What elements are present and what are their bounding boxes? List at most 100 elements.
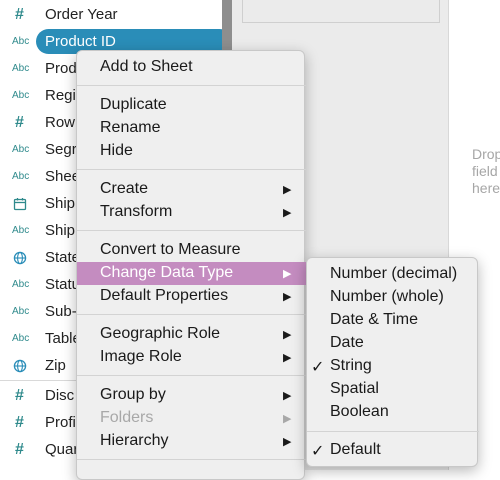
field-label: Zip xyxy=(45,357,66,374)
menu-item-convert-to-measure[interactable]: Convert to Measure xyxy=(77,239,306,262)
menu-item-label: Change Data Type xyxy=(100,264,234,281)
menu-separator xyxy=(307,431,479,432)
menu-item-label: Duplicate xyxy=(100,96,167,113)
menu-separator xyxy=(77,314,306,315)
menu-item-change-data-type[interactable]: Change Data Type ▶ xyxy=(77,262,306,285)
menu-item-default-properties[interactable]: Default Properties ▶ xyxy=(77,285,306,308)
menu-separator xyxy=(77,230,306,231)
calendar-icon xyxy=(4,190,38,217)
drop-field-hint: Drop field here xyxy=(472,146,500,197)
field-label: Statu xyxy=(45,276,81,293)
menu-item-label: Group by xyxy=(100,386,166,403)
submenu-arrow-icon: ▶ xyxy=(283,329,292,341)
field-label: Disc xyxy=(45,387,75,404)
field-label: Order Year xyxy=(45,6,118,23)
menu-item-label: Folders xyxy=(100,409,154,426)
menu-item-image-role[interactable]: Image Role ▶ xyxy=(77,346,306,369)
string-icon: Abc xyxy=(12,279,30,290)
checkmark-icon: ✓ xyxy=(311,359,325,376)
string-icon: Abc xyxy=(12,333,30,344)
menu-item-label: Create xyxy=(100,180,149,197)
menu-item-label: Hide xyxy=(100,142,133,159)
menu-item-rename[interactable]: Rename xyxy=(77,117,306,140)
field-label: Sub- xyxy=(45,303,77,320)
menu-separator xyxy=(77,85,306,86)
submenu-arrow-icon: ▶ xyxy=(283,413,292,425)
menu-item-folders: Folders ▶ xyxy=(77,407,306,430)
number-icon: # xyxy=(15,5,24,23)
submenu-item-label: Boolean xyxy=(330,403,389,420)
field-label: State xyxy=(45,249,81,266)
data-type-boolean[interactable]: Boolean xyxy=(307,401,479,424)
submenu-item-label: String xyxy=(330,357,372,374)
menu-separator xyxy=(77,375,306,376)
change-data-type-submenu: Number (decimal) Number (whole) Date & Tim… xyxy=(306,257,479,467)
string-icon: Abc xyxy=(12,90,30,101)
menu-item-label: Add to Sheet xyxy=(100,58,193,75)
menu-separator xyxy=(77,459,306,460)
drop-hint-line: Drop xyxy=(472,146,500,162)
submenu-arrow-icon: ▶ xyxy=(283,291,292,303)
field-item[interactable]: # Order Year xyxy=(0,1,222,28)
shelf-box[interactable] xyxy=(242,0,440,23)
menu-item-hide[interactable]: Hide xyxy=(77,140,306,163)
submenu-item-label: Date xyxy=(330,334,364,351)
globe-icon xyxy=(4,244,38,271)
field-context-menu: Add to Sheet Duplicate Rename Hide Create ▶ Tr… xyxy=(76,50,306,480)
submenu-item-label: Default xyxy=(330,441,381,458)
menu-item-add-to-sheet[interactable]: Add to Sheet xyxy=(77,56,306,79)
number-icon: # xyxy=(4,463,38,471)
menu-item-label: Transform xyxy=(100,203,173,220)
data-type-default[interactable]: ✓ Default xyxy=(307,439,479,462)
data-type-number-whole-[interactable]: Number (whole) xyxy=(307,286,479,309)
string-icon: Abc xyxy=(12,36,30,47)
submenu-arrow-icon: ▶ xyxy=(283,436,292,448)
globe-icon xyxy=(4,352,38,379)
submenu-arrow-icon: ▶ xyxy=(283,268,292,280)
menu-item-label: Convert to Measure xyxy=(100,241,241,258)
field-label: Regi xyxy=(45,87,76,104)
menu-item-group-by[interactable]: Group by ▶ xyxy=(77,384,306,407)
submenu-item-label: Date & Time xyxy=(330,311,419,328)
string-icon: Abc xyxy=(12,306,30,317)
submenu-item-label: Spatial xyxy=(330,380,379,397)
menu-item-label: Image Role xyxy=(100,348,182,365)
data-type-number-decimal-[interactable]: Number (decimal) xyxy=(307,263,479,286)
data-type-string[interactable]: ✓ String xyxy=(307,355,479,378)
field-label: Quar xyxy=(45,441,79,458)
string-icon: Abc xyxy=(12,225,30,236)
menu-item-transform[interactable]: Transform ▶ xyxy=(77,201,306,224)
string-icon: Abc xyxy=(12,144,30,155)
number-icon: # xyxy=(15,413,24,431)
submenu-item-label: Number (decimal) xyxy=(330,265,458,282)
menu-item-hierarchy[interactable]: Hierarchy ▶ xyxy=(77,430,306,453)
string-icon: Abc xyxy=(12,171,30,182)
submenu-arrow-icon: ▶ xyxy=(283,352,292,364)
submenu-item-label: Number (whole) xyxy=(330,288,444,305)
menu-separator xyxy=(77,169,306,170)
menu-item-duplicate[interactable]: Duplicate xyxy=(77,94,306,117)
menu-item-geographic-role[interactable]: Geographic Role ▶ xyxy=(77,323,306,346)
field-label: Prod xyxy=(45,60,77,77)
menu-item-label: Geographic Role xyxy=(100,325,221,342)
submenu-arrow-icon: ▶ xyxy=(283,207,292,219)
drop-hint-line: here xyxy=(472,180,500,196)
menu-item-label: Rename xyxy=(100,119,161,136)
number-icon: # xyxy=(15,386,24,404)
menu-item-create[interactable]: Create ▶ xyxy=(77,178,306,201)
field-label: Shee xyxy=(45,168,81,185)
menu-item-label: Default Properties xyxy=(100,287,229,304)
field-label: Row xyxy=(45,114,76,131)
submenu-arrow-icon: ▶ xyxy=(283,390,292,402)
string-icon: Abc xyxy=(12,63,30,74)
data-type-spatial[interactable]: Spatial xyxy=(307,378,479,401)
field-label: Ship xyxy=(45,195,76,212)
data-type-date-time[interactable]: Date & Time xyxy=(307,309,479,332)
number-icon: # xyxy=(15,440,24,458)
field-label: Product ID xyxy=(45,33,116,50)
submenu-arrow-icon: ▶ xyxy=(283,184,292,196)
field-label: Ship xyxy=(45,222,76,239)
data-type-date[interactable]: Date xyxy=(307,332,479,355)
drop-hint-line: field xyxy=(472,163,498,179)
checkmark-icon: ✓ xyxy=(311,443,325,460)
